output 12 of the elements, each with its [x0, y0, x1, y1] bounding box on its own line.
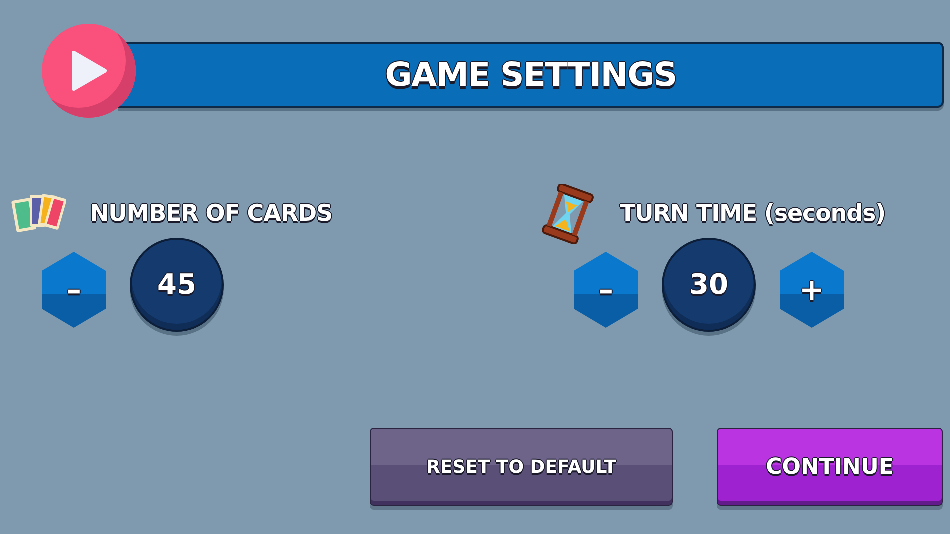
screen-title: GAME SETTINGS	[385, 54, 677, 96]
decrease-button[interactable]: –	[574, 252, 638, 328]
increase-button[interactable]: +	[780, 252, 844, 328]
setting-label: TURN TIME (seconds)	[620, 200, 886, 229]
decrease-button[interactable]: –	[42, 252, 106, 328]
setting-label: NUMBER OF CARDS	[90, 200, 332, 229]
value-display: 30	[662, 238, 756, 332]
continue-button[interactable]: CONTINUE	[717, 428, 943, 506]
value-display: 45	[130, 238, 224, 332]
reset-button[interactable]: RESET TO DEFAULT	[370, 428, 673, 506]
play-icon	[70, 50, 108, 92]
hourglass-icon	[540, 184, 596, 244]
